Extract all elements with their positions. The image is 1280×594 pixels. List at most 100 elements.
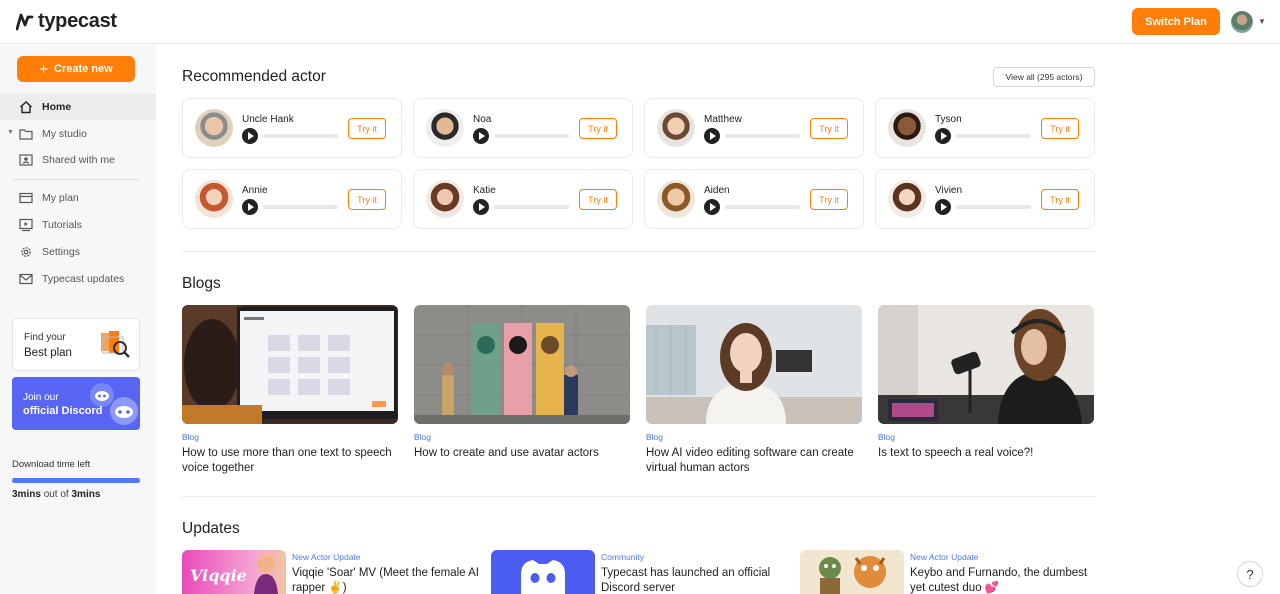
play-icon[interactable]	[704, 199, 720, 215]
actor-avatar	[657, 109, 695, 147]
audio-progress-track[interactable]	[263, 205, 338, 209]
switch-plan-button[interactable]: Switch Plan	[1132, 8, 1220, 35]
blog-tag[interactable]: Blog	[414, 432, 431, 442]
actor-card[interactable]: Matthew Try it	[644, 98, 864, 158]
actor-name: Uncle Hank	[242, 114, 294, 125]
audio-progress-track[interactable]	[725, 134, 800, 138]
play-icon[interactable]	[935, 128, 951, 144]
sidebar-item-settings[interactable]: Settings	[0, 239, 156, 265]
update-card[interactable]: Community Typecast has launched an offic…	[491, 550, 791, 594]
help-button[interactable]: ?	[1237, 561, 1263, 587]
recommended-actor-title: Recommended actor	[182, 68, 326, 85]
sidebar-item-label: My plan	[42, 192, 79, 204]
promo-discord-line1: Join our	[23, 392, 59, 403]
try-it-button[interactable]: Try it	[348, 189, 386, 210]
audio-progress-track[interactable]	[263, 134, 338, 138]
audio-progress-track[interactable]	[725, 205, 800, 209]
find-best-plan-banner[interactable]: Find your Best plan	[12, 318, 140, 371]
mail-icon	[19, 273, 33, 285]
characters-illustration	[819, 556, 886, 594]
sidebar-item-home[interactable]: Home	[0, 94, 156, 120]
create-new-button[interactable]: + Create new	[17, 56, 135, 82]
blog-thumbnail-image	[182, 305, 398, 424]
try-it-button[interactable]: Try it	[810, 189, 848, 210]
play-icon[interactable]	[704, 128, 720, 144]
user-avatar[interactable]	[1231, 11, 1253, 33]
try-it-button[interactable]: Try it	[579, 189, 617, 210]
typecast-logo[interactable]: typecast	[16, 10, 117, 33]
play-icon[interactable]	[242, 128, 258, 144]
updates-title: Updates	[182, 520, 240, 537]
sidebar-item-tutorials[interactable]: Tutorials	[0, 212, 156, 238]
actor-card[interactable]: Katie Try it	[413, 169, 633, 229]
actor-name: Noa	[473, 114, 492, 125]
blog-tag[interactable]: Blog	[182, 432, 199, 442]
promo-plan-line2: Best plan	[24, 347, 72, 359]
blog-title[interactable]: How to create and use avatar actors	[414, 446, 630, 461]
try-it-button[interactable]: Try it	[348, 118, 386, 139]
play-icon[interactable]	[935, 199, 951, 215]
play-icon[interactable]	[242, 199, 258, 215]
audio-progress-track[interactable]	[494, 205, 569, 209]
try-it-button[interactable]: Try it	[1041, 189, 1079, 210]
update-title[interactable]: Viqqie 'Soar' MV (Meet the female AI rap…	[292, 566, 482, 594]
blog-title[interactable]: How AI video editing software can create…	[646, 446, 862, 476]
try-it-button[interactable]: Try it	[1041, 118, 1079, 139]
try-it-button[interactable]: Try it	[579, 118, 617, 139]
sidebar-item-my-plan[interactable]: My plan	[0, 185, 156, 211]
update-tag[interactable]: New Actor Update	[910, 552, 979, 562]
actor-avatar	[195, 180, 233, 218]
sidebar-item-my-studio[interactable]: ▼ My studio	[0, 121, 156, 147]
card-icon	[19, 192, 33, 204]
update-thumbnail-image: Viqqie	[182, 550, 286, 594]
download-time-label: Download time left	[12, 459, 91, 470]
actor-card[interactable]: Noa Try it	[413, 98, 633, 158]
blog-thumbnail-image	[878, 305, 1094, 424]
blog-tag[interactable]: Blog	[646, 432, 663, 442]
audio-progress-track[interactable]	[494, 134, 569, 138]
update-tag[interactable]: New Actor Update	[292, 552, 361, 562]
sidebar-item-typecast-updates[interactable]: Typecast updates	[0, 266, 156, 292]
actor-name: Annie	[242, 185, 268, 196]
play-icon[interactable]	[473, 128, 489, 144]
actor-avatar	[657, 180, 695, 218]
download-time-amount: 3mins	[12, 489, 41, 500]
actor-name: Vivien	[935, 185, 963, 196]
blog-title[interactable]: How to use more than one text to speech …	[182, 446, 398, 476]
audio-progress-track[interactable]	[956, 205, 1031, 209]
blog-tag[interactable]: Blog	[878, 432, 895, 442]
actor-card[interactable]: Aiden Try it	[644, 169, 864, 229]
update-card[interactable]: Viqqie New Actor Update Viqqie 'Soar' MV…	[182, 550, 482, 594]
update-title[interactable]: Typecast has launched an official Discor…	[601, 566, 791, 594]
play-icon[interactable]	[473, 199, 489, 215]
update-card[interactable]: New Actor Update Keybo and Furnando, the…	[800, 550, 1100, 594]
avatar-chevron-down-icon[interactable]: ▼	[1258, 17, 1266, 26]
section-divider	[182, 251, 1095, 252]
download-time-text: 3mins out of 3mins	[12, 489, 100, 500]
plus-icon: +	[39, 60, 49, 78]
actor-card[interactable]: Vivien Try it	[875, 169, 1095, 229]
actor-name: Katie	[473, 185, 496, 196]
actor-avatar	[195, 109, 233, 147]
sidebar-item-shared[interactable]: Shared with me	[0, 147, 156, 173]
character-illustration	[254, 555, 278, 594]
actor-card[interactable]: Uncle Hank Try it	[182, 98, 402, 158]
logo-text: typecast	[38, 10, 117, 32]
actor-avatar	[888, 180, 926, 218]
create-new-label: Create new	[54, 63, 113, 75]
try-it-button[interactable]: Try it	[810, 118, 848, 139]
audio-progress-track[interactable]	[956, 134, 1031, 138]
actor-card[interactable]: Annie Try it	[182, 169, 402, 229]
blogs-title: Blogs	[182, 275, 221, 292]
actor-card[interactable]: Tyson Try it	[875, 98, 1095, 158]
view-all-actors-button[interactable]: View all (295 actors)	[993, 67, 1095, 87]
update-title[interactable]: Keybo and Furnando, the dumbest yet cute…	[910, 566, 1100, 594]
update-tag[interactable]: Community	[601, 552, 644, 562]
blog-title[interactable]: Is text to speech a real voice?!	[878, 446, 1094, 461]
home-icon	[20, 101, 32, 114]
expand-caret-icon[interactable]: ▼	[7, 129, 14, 136]
join-discord-banner[interactable]: Join our official Discord	[12, 377, 140, 430]
actor-avatar	[426, 109, 464, 147]
actor-avatar	[426, 180, 464, 218]
actor-name: Tyson	[935, 114, 962, 125]
